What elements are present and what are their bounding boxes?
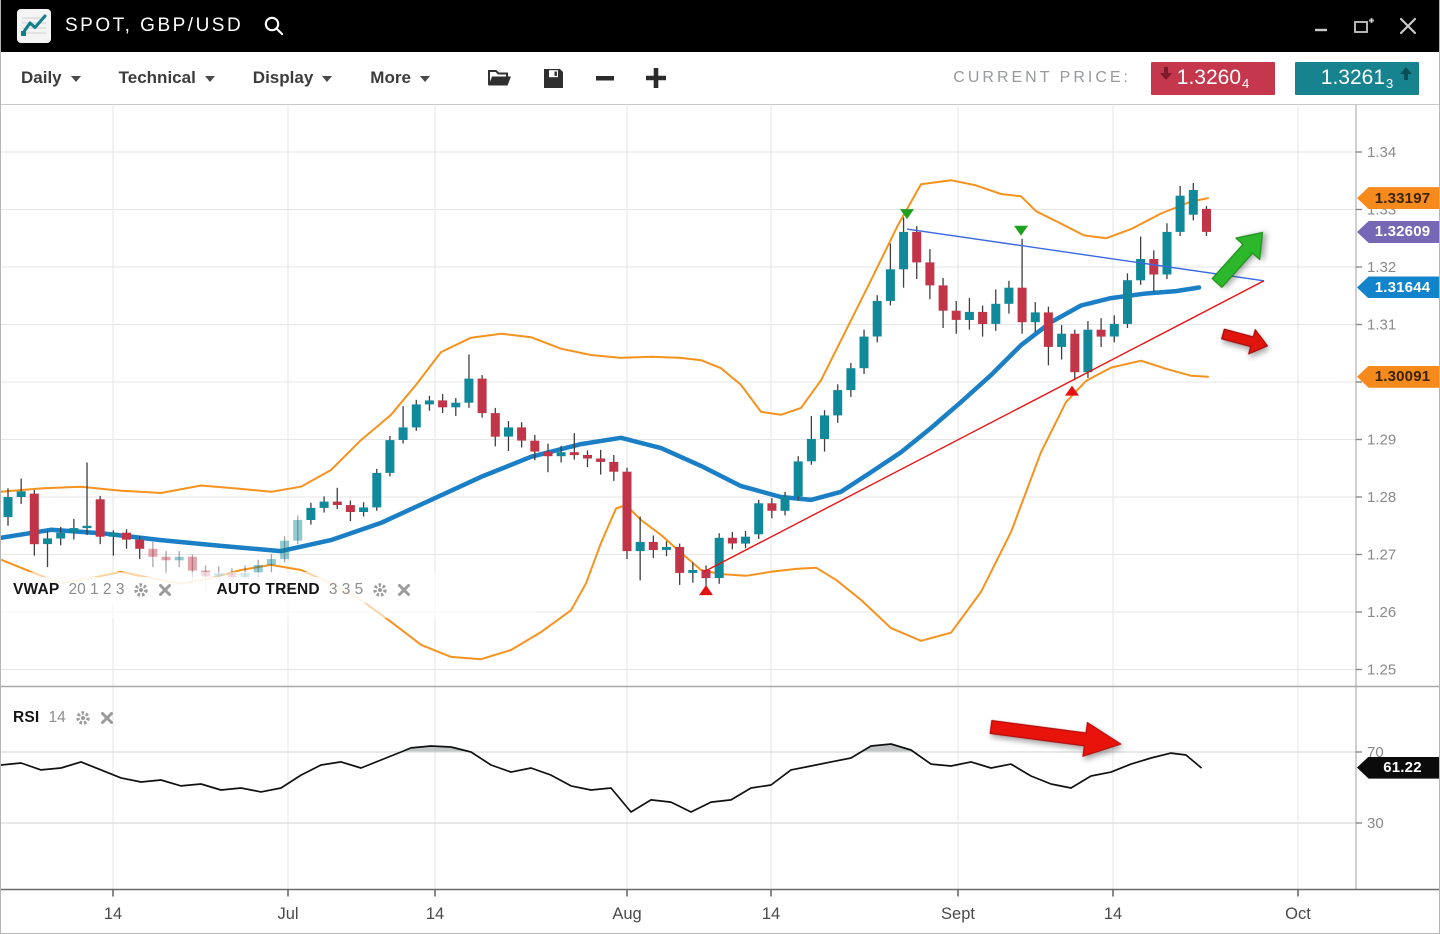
svg-text:14: 14: [104, 905, 122, 923]
chart-area: text{font-family:"Liberation Sans",sans-…: [1, 105, 1439, 934]
rsi-legend-params: 14: [48, 709, 65, 727]
minimize-icon[interactable]: [1313, 18, 1329, 34]
tag-vwap: 1.31644: [1357, 276, 1440, 298]
current-price-area: CURRENT PRICE: 1.32604 1.32613: [953, 62, 1419, 95]
svg-text:Sept: Sept: [941, 905, 975, 923]
menu-more-label: More: [370, 68, 411, 88]
ask-price-box: 1.32613: [1295, 62, 1419, 95]
svg-text:1.26: 1.26: [1367, 604, 1396, 621]
svg-text:Aug: Aug: [612, 905, 641, 923]
svg-text:1.28: 1.28: [1367, 489, 1396, 506]
vwap-remove-x-icon[interactable]: [158, 583, 172, 597]
titlebar: SPOT, GBP/USD: [1, 0, 1439, 52]
symbol-title: SPOT, GBP/USD: [65, 15, 243, 37]
chevron-down-icon: [420, 76, 430, 82]
autotrend-legend-params: 3 3 5: [329, 581, 363, 599]
svg-text:14: 14: [1104, 905, 1122, 923]
autotrend-legend-name: AUTO TREND: [216, 581, 319, 599]
popout-icon[interactable]: [1353, 16, 1375, 36]
menu-timeframe-label: Daily: [21, 68, 62, 88]
chevron-down-icon: [322, 76, 332, 82]
autotrend-remove-x-icon[interactable]: [397, 583, 411, 597]
tag-bollinger-upper: 1.33197: [1357, 187, 1440, 209]
rsi-legend-name: RSI: [13, 709, 39, 727]
open-folder-icon[interactable]: [486, 67, 512, 89]
zoom-in-icon[interactable]: [645, 67, 667, 89]
svg-text:1.29: 1.29: [1367, 432, 1396, 449]
menu-display-label: Display: [253, 68, 313, 88]
save-icon[interactable]: [542, 67, 565, 90]
vwap-settings-gear-icon[interactable]: [133, 582, 149, 598]
rsi-legend: RSI 14: [5, 705, 126, 731]
current-price-label: CURRENT PRICE:: [953, 69, 1131, 87]
svg-text:1.31: 1.31: [1367, 317, 1396, 334]
ask-price-value: 1.3261: [1321, 66, 1385, 90]
svg-text:Jul: Jul: [277, 905, 298, 923]
app-chart-icon: [17, 9, 51, 43]
bid-price-pip: 4: [1242, 76, 1249, 91]
rsi-settings-gear-icon[interactable]: [75, 710, 91, 726]
bid-price-value: 1.3260: [1177, 66, 1241, 90]
menu-more[interactable]: More: [370, 68, 430, 88]
price-chart-canvas[interactable]: text{font-family:"Liberation Sans",sans-…: [1, 105, 1440, 934]
svg-text:1.25: 1.25: [1367, 662, 1396, 679]
vwap-legend-params: 20 1 2 3: [68, 581, 124, 599]
chevron-down-icon: [71, 76, 81, 82]
chart-app-window: SPOT, GBP/USD Daily: [0, 0, 1440, 934]
bid-price-box: 1.32604: [1151, 62, 1275, 95]
svg-text:1.32: 1.32: [1367, 259, 1396, 276]
window-controls: [1313, 16, 1423, 36]
menu-technical-label: Technical: [119, 68, 196, 88]
tag-rsi: 61.22: [1357, 757, 1440, 779]
svg-text:30: 30: [1367, 815, 1384, 832]
close-icon[interactable]: [1399, 17, 1417, 35]
tag-bollinger-lower: 1.30091: [1357, 366, 1440, 388]
chevron-down-icon: [205, 76, 215, 82]
toolbar: Daily Technical Display More: [1, 52, 1439, 105]
svg-text:Oct: Oct: [1285, 905, 1311, 923]
autotrend-settings-gear-icon[interactable]: [372, 582, 388, 598]
svg-text:1.27: 1.27: [1367, 547, 1396, 564]
menu-technical[interactable]: Technical: [119, 68, 215, 88]
search-icon[interactable]: [263, 15, 285, 37]
price-up-arrow-icon: [1400, 67, 1412, 80]
svg-text:14: 14: [762, 905, 780, 923]
menu-display[interactable]: Display: [253, 68, 332, 88]
vwap-legend-name: VWAP: [13, 581, 59, 599]
tag-last-price: 1.32609: [1357, 221, 1440, 243]
rsi-remove-x-icon[interactable]: [100, 711, 114, 725]
ask-price-pip: 3: [1386, 76, 1393, 91]
main-chart-legend: VWAP 20 1 2 3 AUTO TREND 3 3 5: [5, 577, 423, 603]
price-down-arrow-icon: [1160, 67, 1172, 80]
svg-text:1.34: 1.34: [1367, 144, 1396, 161]
zoom-out-icon[interactable]: [595, 68, 615, 88]
menu-timeframe[interactable]: Daily: [21, 68, 81, 88]
svg-text:14: 14: [426, 905, 444, 923]
